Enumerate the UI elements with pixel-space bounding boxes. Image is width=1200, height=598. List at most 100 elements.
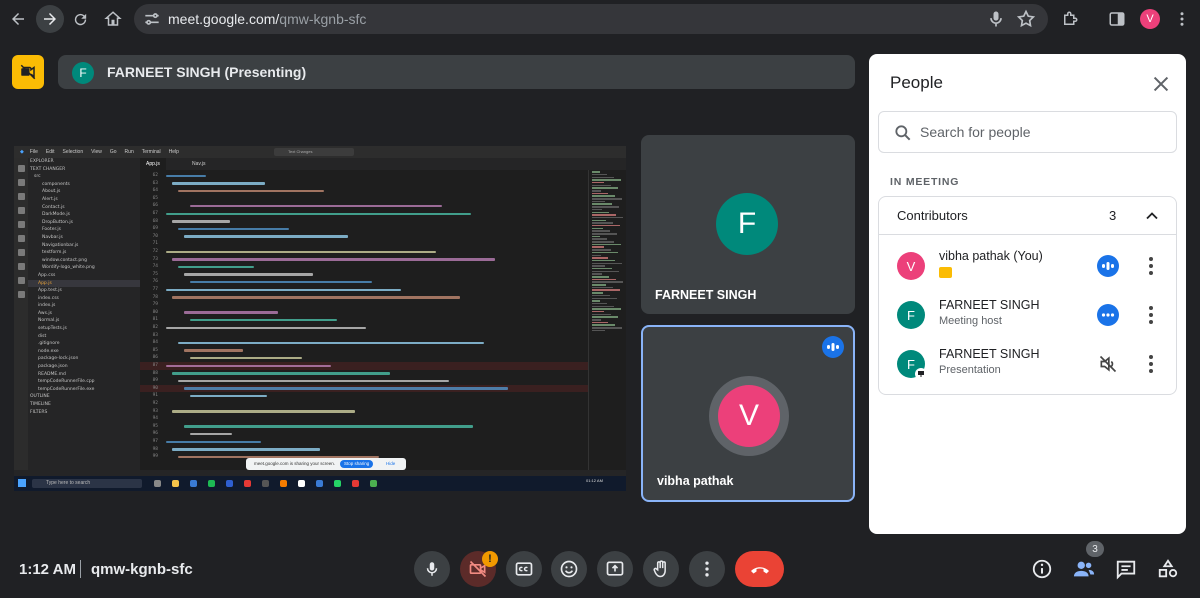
code-line: 68: [140, 218, 588, 226]
present-button[interactable]: [597, 551, 633, 587]
line-number: 72: [152, 249, 158, 254]
explorer-item: textform.js: [42, 250, 67, 256]
reactions-button[interactable]: [551, 551, 587, 587]
code-line: 65: [140, 195, 588, 203]
code-line: 81: [140, 316, 588, 324]
minimap-line: [592, 265, 605, 267]
hang-up-icon: [750, 567, 769, 574]
explorer-item: Wordify-logo_white.png: [42, 265, 95, 271]
audio-active-icon: [1097, 304, 1119, 326]
menu-item: Help: [168, 149, 179, 155]
line-number: 92: [152, 401, 158, 406]
address-bar[interactable]: meet.google.com/qmw-kgnb-sfc: [134, 4, 1048, 34]
extensions-icon[interactable]: [1058, 7, 1082, 31]
code-line: 91: [140, 392, 588, 400]
minimap-line: [592, 206, 619, 208]
explorer-item: components: [42, 181, 70, 187]
participant-tile-farneet[interactable]: F FARNEET SINGH: [641, 135, 855, 314]
activities-button[interactable]: [1155, 556, 1181, 582]
minimap-line: [592, 187, 618, 189]
code-line: 76: [140, 278, 588, 286]
code-segment: [184, 235, 348, 238]
forward-icon[interactable]: [36, 5, 64, 33]
code-line: 64: [140, 187, 588, 195]
home-icon[interactable]: [101, 7, 125, 31]
profile-avatar[interactable]: V: [1140, 9, 1160, 29]
minimap-line: [592, 179, 621, 181]
microphone-button[interactable]: [414, 551, 450, 587]
explorer-item: App.css: [38, 272, 56, 278]
explorer-item: README.md: [38, 371, 66, 377]
explorer-item: Navbar.js: [42, 234, 63, 240]
more-options-icon[interactable]: [1141, 303, 1161, 327]
more-options-icon[interactable]: [1141, 254, 1161, 278]
browser-menu-icon[interactable]: [1170, 7, 1194, 31]
code-segment: [166, 288, 401, 291]
line-number: 83: [152, 332, 158, 338]
code-segment: [178, 265, 254, 269]
minimap-line: [592, 262, 622, 265]
more-options-icon[interactable]: [1141, 352, 1161, 376]
code-segment: [178, 227, 289, 231]
participant-row[interactable]: F FARNEET SINGH Presentation: [879, 340, 1176, 388]
code-line: 80: [140, 309, 588, 317]
site-settings-icon[interactable]: [142, 9, 162, 29]
taskbar-clock: 01:12 AM: [586, 478, 603, 483]
presenting-banner[interactable]: F FARNEET SINGH (Presenting): [58, 55, 855, 89]
code-segment: [184, 311, 278, 314]
code-segment: [190, 318, 337, 322]
line-number: 64: [152, 188, 158, 194]
contributors-header[interactable]: Contributors 3: [879, 197, 1176, 235]
activities-icon: [1158, 559, 1178, 578]
code-segment: [184, 273, 313, 276]
section-label: IN MEETING: [890, 176, 960, 188]
chevron-up-icon[interactable]: [1142, 206, 1162, 226]
back-icon[interactable]: [6, 7, 30, 31]
code-line: 62: [140, 172, 588, 180]
code-segment: [190, 204, 442, 208]
meeting-details-button[interactable]: [1029, 556, 1055, 582]
reload-icon[interactable]: [68, 7, 92, 31]
code-line: 75: [140, 271, 588, 279]
line-number: 84: [152, 340, 158, 346]
minimap-line: [592, 329, 605, 332]
people-button[interactable]: [1071, 556, 1097, 582]
explorer-item: App.js: [28, 279, 140, 288]
code-line: 78: [140, 294, 588, 302]
explorer-item: Contact.js: [42, 204, 65, 210]
close-icon[interactable]: [1150, 73, 1172, 95]
line-number: 91: [152, 393, 158, 399]
bookmark-star-icon[interactable]: [1016, 9, 1036, 29]
contributors-group: Contributors 3 V vibha pathak (You) F FA…: [878, 196, 1177, 395]
code-line: 87: [140, 362, 588, 370]
people-panel: People Search for people IN MEETING Cont…: [869, 54, 1186, 534]
minimap-line: [592, 254, 601, 256]
participant-name: FARNEET SINGH: [655, 288, 757, 302]
captions-button[interactable]: [506, 551, 542, 587]
more-options-button[interactable]: [689, 551, 725, 587]
camera-off-indicator[interactable]: [12, 55, 44, 89]
meeting-code: qmw-kgnb-sfc: [91, 561, 193, 578]
minimap-line: [592, 281, 623, 283]
line-number: 82: [152, 325, 158, 330]
minimap-line: [592, 327, 622, 329]
people-search-input[interactable]: Search for people: [878, 111, 1177, 153]
minimap-line: [592, 273, 602, 275]
participant-row[interactable]: F FARNEET SINGH Meeting host: [879, 291, 1176, 339]
raise-hand-button[interactable]: [643, 551, 679, 587]
side-panel-icon[interactable]: [1105, 7, 1129, 31]
code-segment: [172, 296, 460, 299]
line-number: 93: [152, 408, 158, 414]
participant-tile-vibha[interactable]: V vibha pathak: [641, 325, 855, 502]
mic-icon[interactable]: [986, 9, 1006, 29]
explorer-item: Navigationbar.js: [42, 242, 79, 248]
chat-button[interactable]: [1113, 556, 1139, 582]
minimap-line: [592, 176, 614, 179]
code-segment: [172, 182, 265, 185]
participant-name: FARNEET SINGH: [939, 347, 1040, 361]
participant-row[interactable]: V vibha pathak (You): [879, 242, 1176, 290]
code-line: 63: [140, 180, 588, 188]
line-number: 96: [152, 431, 158, 437]
leave-call-button[interactable]: [735, 551, 784, 587]
emoji-icon: [560, 560, 578, 578]
